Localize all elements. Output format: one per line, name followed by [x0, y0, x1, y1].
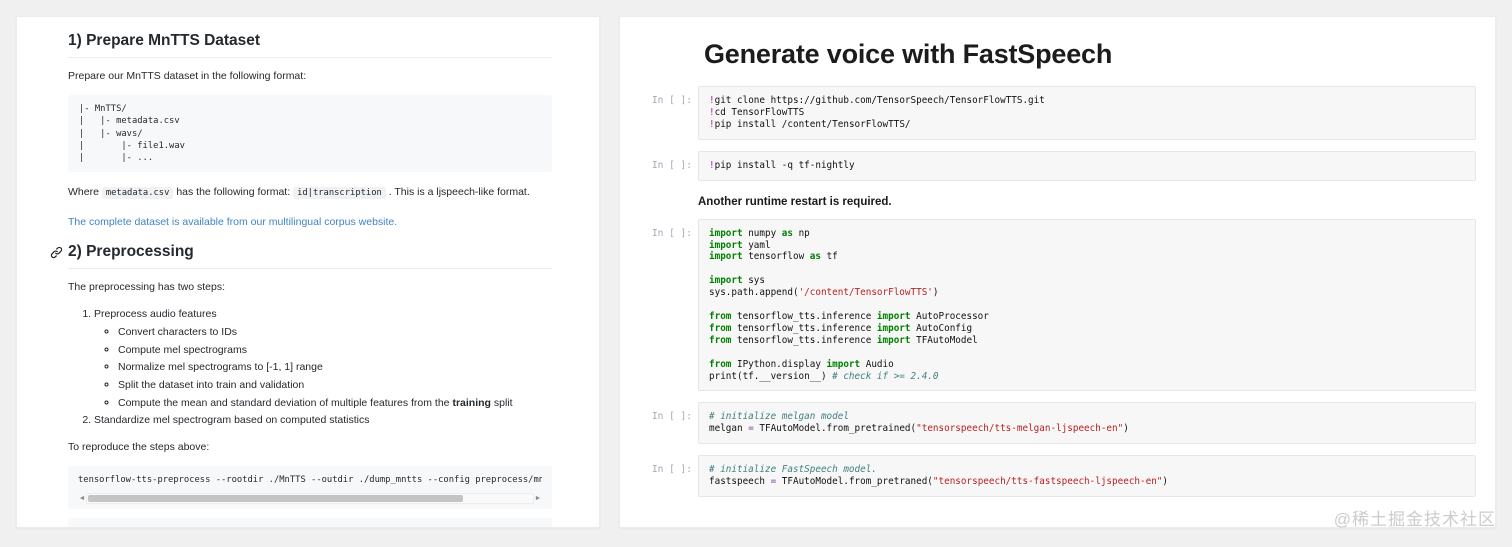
dataset-website-link[interactable]: The complete dataset is available from o…: [68, 215, 397, 230]
step-item: Preprocess audio featuresConvert charact…: [94, 306, 552, 411]
code-cell[interactable]: !pip install -q tf-nightly: [698, 150, 1476, 181]
format-note-text: has the following format:: [173, 186, 294, 199]
scrollbar-track[interactable]: [86, 493, 534, 504]
notebook-cell-row: In [ ]: import numpy as np import yaml impo…: [620, 218, 1476, 392]
notebook-title: Generate voice with FastSpeech: [704, 39, 1113, 69]
code-cell-content: import numpy as np import yaml import tens…: [709, 227, 989, 382]
substep-list: Convert characters to IDs Compute mel spe…: [94, 325, 552, 411]
preprocess-command-block: tensorflow-tts-preprocess --rootdir ./Mn…: [68, 466, 552, 509]
notebook-note-row: Another runtime restart is required.: [620, 192, 1476, 208]
link-icon[interactable]: [50, 246, 63, 259]
notebook-cell-row: In [ ]: !git clone https://github.com/Ten…: [620, 86, 1476, 140]
preprocess-command-text: tensorflow-tts-preprocess --rootdir ./Mn…: [78, 475, 542, 485]
heading-text: 1) Prepare MnTTS Dataset: [68, 32, 261, 49]
substep-item: Split the dataset into train and validat…: [118, 378, 552, 393]
normalize-command-text: tensorflow-tts-normalize --rootdir ./dum…: [78, 527, 542, 528]
substep-item: Compute mel spectrograms: [118, 343, 552, 358]
notebook-cell-row: In [ ]: !pip install -q tf-nightly: [620, 150, 1476, 181]
code-cell-content: !git clone https://github.com/TensorSpee…: [709, 95, 1045, 130]
substep-item: Normalize mel spectrograms to [-1, 1] ra…: [118, 360, 552, 375]
format-note-text: Where: [68, 186, 102, 199]
notebook-cells: In [ ]: !git clone https://github.com/Ten…: [620, 86, 1476, 498]
cell-prompt: In [ ]:: [651, 464, 692, 476]
bold-text: training: [452, 396, 491, 409]
intro-paragraph: Prepare our MnTTS dataset in the followi…: [68, 70, 307, 82]
section-heading-preprocessing: 2) Preprocessing: [50, 243, 552, 270]
scrollbar-thumb[interactable]: [88, 495, 463, 502]
step-item: Standardize mel spectrogram based on com…: [94, 412, 552, 428]
notebook-panel: Generate voice with FastSpeech In [ ]: !g…: [619, 16, 1496, 528]
cell-prompt: In [ ]:: [651, 411, 692, 423]
code-cell[interactable]: # initialize FastSpeech model. fastspeech…: [698, 455, 1476, 498]
preprocessing-intro: The preprocessing has two steps:: [68, 281, 225, 294]
code-cell[interactable]: import numpy as np import yaml import tens…: [698, 218, 1476, 392]
scroll-left-arrow-icon[interactable]: ◄: [78, 493, 86, 504]
scroll-right-arrow-icon[interactable]: ►: [534, 493, 542, 504]
format-note-text: . This is a ljspeech-like format.: [385, 186, 530, 199]
substep-item: Convert characters to IDs: [118, 325, 552, 340]
code-cell-content: # initialize FastSpeech model. fastspeech…: [709, 464, 1169, 488]
reproduce-label: To reproduce the steps above:: [68, 441, 210, 453]
heading-text: 2) Preprocessing: [68, 243, 194, 261]
normalize-command-block: tensorflow-tts-normalize --rootdir ./dum…: [68, 518, 552, 528]
code-cell[interactable]: # initialize melgan model melgan = TFAuto…: [698, 402, 1476, 445]
readme-panel: 1) Prepare MnTTS Dataset Prepare our MnT…: [16, 16, 600, 528]
preprocessing-steps-list: Preprocess audio featuresConvert charact…: [68, 306, 552, 428]
cell-prompt: In [ ]:: [651, 95, 692, 106]
code-cell-content: # initialize melgan model melgan = TFAuto…: [709, 411, 1129, 435]
id-transcription-inline-code: id|transcription: [293, 187, 386, 200]
code-cell-content: !pip install -q tf-nightly: [709, 159, 855, 171]
cell-prompt: In [ ]:: [651, 227, 692, 239]
cell-prompt: [620, 192, 698, 201]
horizontal-scrollbar[interactable]: ◄ ►: [78, 493, 542, 504]
cell-prompt: In [ ]:: [651, 159, 692, 171]
code-cell[interactable]: !git clone https://github.com/TensorSpee…: [698, 86, 1476, 140]
watermark: @稀土掘金技术社区: [1333, 510, 1496, 529]
substep-item: Compute the mean and standard deviation …: [118, 396, 552, 411]
format-note-paragraph: Where metadata.csv has the following for…: [68, 185, 552, 201]
restart-note: Another runtime restart is required.: [698, 195, 892, 208]
notebook-cell-row: In [ ]: # initialize melgan model melgan =…: [620, 402, 1476, 445]
section-heading-prepare-dataset: 1) Prepare MnTTS Dataset: [68, 32, 552, 58]
page: 1) Prepare MnTTS Dataset Prepare our MnT…: [0, 0, 1512, 547]
notebook-cell-row: In [ ]: # initialize FastSpeech model. fas…: [620, 455, 1476, 498]
dataset-tree-codeblock: |- MnTTS/ | |- metadata.csv | |- wavs/ |…: [68, 95, 552, 173]
metadata-csv-inline-code: metadata.csv: [101, 187, 174, 200]
